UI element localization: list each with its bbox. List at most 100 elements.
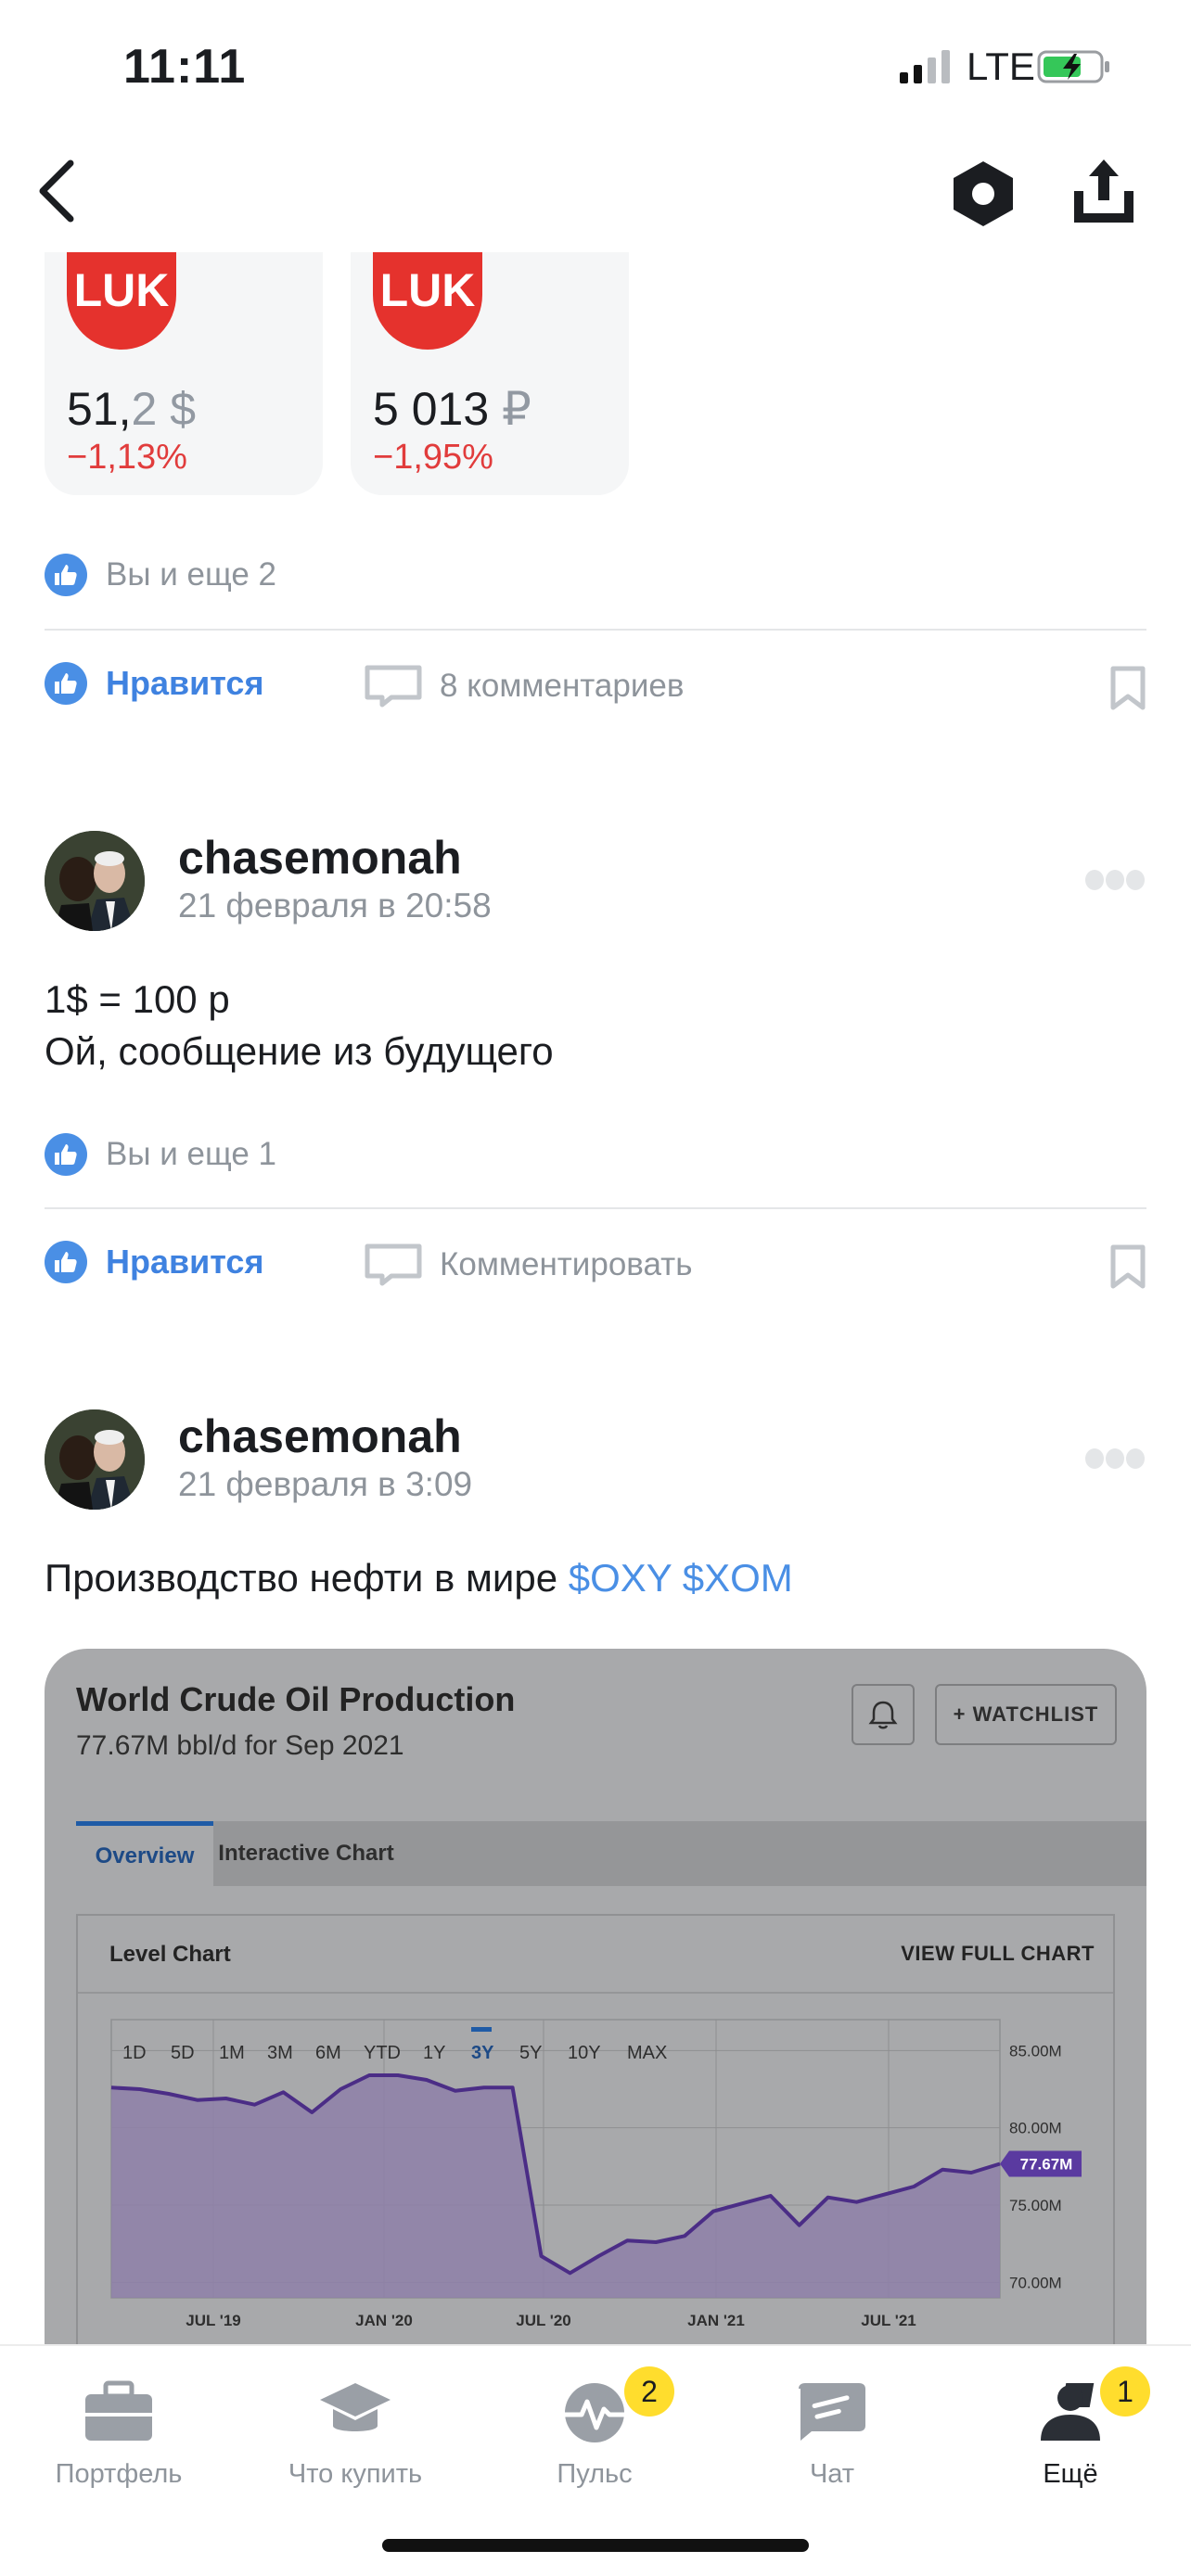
comment-icon — [365, 665, 422, 708]
tab-pulse[interactable]: 2 Пульс — [502, 2366, 687, 2496]
notification-badge: 2 — [624, 2366, 674, 2417]
chart-panel: Level Chart VIEW FULL CHART 85.00M 80.00M… — [76, 1914, 1115, 2352]
ticker-tags[interactable]: $OXY $XOM — [569, 1556, 793, 1600]
range-button: YTD — [364, 2043, 401, 2063]
alert-button — [852, 1684, 915, 1745]
ticker-change: −1,95% — [373, 438, 493, 477]
pulse-icon — [565, 2383, 624, 2442]
bookmark-icon[interactable] — [1109, 1244, 1146, 1289]
embed-title: World Crude Oil Production — [76, 1680, 516, 1718]
battery-charging-icon — [1037, 50, 1109, 83]
post-actions: Нравится 8 комментариев — [45, 658, 1146, 714]
oil-production-chart: 85.00M 80.00M 75.00M 70.00M JUL '19 JAN '20 JU… — [110, 2019, 1082, 2329]
tab-overview: Overview — [76, 1821, 213, 1886]
avatar[interactable] — [45, 1409, 145, 1510]
range-button: 10Y — [568, 2043, 601, 2063]
view-full-chart-link: VIEW FULL CHART — [901, 1942, 1095, 1965]
post-date: 21 февраля в 3:09 — [178, 1465, 473, 1503]
tab-more[interactable]: 1 Ещё — [978, 2366, 1163, 2496]
x-tick-label: JAN '20 — [355, 2312, 413, 2329]
comments-label: 8 комментариев — [440, 668, 685, 704]
range-button: 1Y — [423, 2043, 445, 2063]
likes-summary[interactable]: Вы и еще 2 — [45, 552, 276, 598]
settings-hexagon-icon[interactable] — [946, 158, 1020, 228]
comment-icon — [365, 1243, 422, 1286]
post-text-line: 1$ = 100 р — [45, 977, 230, 1021]
x-tick-label: JUL '19 — [186, 2312, 240, 2329]
range-button: 3M — [267, 2043, 293, 2063]
range-button: 1M — [219, 2043, 245, 2063]
status-time: 11:11 — [123, 40, 247, 94]
signal-strength-icon — [900, 50, 950, 83]
like-label: Нравится — [106, 1243, 264, 1281]
like-button[interactable]: Нравится — [45, 662, 263, 705]
likes-text: Вы и еще 2 — [106, 556, 277, 593]
tab-interactive-chart: Interactive Chart — [218, 1841, 394, 1866]
post-text-body: Производство нефти в мире — [45, 1556, 569, 1600]
divider — [45, 629, 1146, 631]
embedded-chart-image[interactable]: World Crude Oil Production 77.67M bbl/d … — [45, 1649, 1146, 2352]
divider — [45, 1207, 1146, 1209]
bookmark-icon[interactable] — [1109, 666, 1146, 710]
username[interactable]: chasemonah — [178, 1409, 462, 1463]
post-header: chasemonah 21 февраля в 3:09 — [45, 1409, 1146, 1511]
tab-portfolio[interactable]: Портфель — [26, 2366, 211, 2496]
profile-icon — [1041, 2383, 1100, 2441]
range-button: 5D — [171, 2043, 195, 2063]
watchlist-button: + WATCHLIST — [935, 1684, 1117, 1745]
avatar[interactable] — [45, 831, 145, 931]
graduation-cap-icon — [320, 2383, 391, 2431]
embed-subtitle: 77.67M bbl/d for Sep 2021 — [76, 1730, 404, 1761]
post-header: chasemonah 21 февраля в 20:58 — [45, 831, 1146, 933]
y-tick-label: 85.00M — [1009, 2042, 1062, 2060]
likes-text: Вы и еще 1 — [106, 1136, 277, 1172]
range-button: 3Y — [471, 2043, 494, 2063]
embed-tabs: Overview Interactive Chart — [76, 1821, 1146, 1886]
like-icon — [45, 1133, 87, 1176]
range-button: 1D — [122, 2043, 147, 2063]
tab-label: Чат — [809, 2459, 855, 2489]
more-options-icon[interactable] — [1083, 868, 1146, 892]
lukoil-logo: LUK — [67, 252, 176, 350]
ticker-price: 51,2 $ — [67, 383, 197, 435]
network-type: LTE — [967, 45, 1035, 88]
ticker-price: 5 013 ₽ — [373, 383, 531, 435]
x-tick-label: JUL '20 — [516, 2312, 570, 2329]
range-button: 6M — [315, 2043, 341, 2063]
tab-label: Пульс — [557, 2459, 633, 2489]
comment-button[interactable]: Комментировать — [364, 1243, 692, 1287]
home-indicator[interactable] — [382, 2539, 809, 2552]
more-options-icon[interactable] — [1083, 1447, 1146, 1471]
status-bar: 11:11 LTE — [0, 0, 1191, 139]
comments-button[interactable]: 8 комментариев — [364, 664, 684, 708]
lukoil-logo: LUK — [373, 252, 482, 350]
username[interactable]: chasemonah — [178, 831, 462, 885]
like-button[interactable]: Нравится — [45, 1241, 263, 1283]
range-selected-indicator — [471, 2027, 492, 2032]
x-tick-label: JUL '21 — [861, 2312, 916, 2329]
tab-label: Что купить — [288, 2459, 423, 2489]
bell-icon — [868, 1701, 898, 1729]
briefcase-icon — [85, 2380, 152, 2441]
range-button: MAX — [627, 2043, 667, 2063]
back-chevron-icon[interactable] — [32, 156, 87, 226]
post-date: 21 февраля в 20:58 — [178, 886, 492, 925]
chart-panel-title: Level Chart — [109, 1942, 231, 1967]
tab-label: Портфель — [55, 2459, 183, 2489]
share-icon[interactable] — [1067, 154, 1141, 228]
chat-icon — [799, 2383, 865, 2441]
ticker-card[interactable]: LUK 5 013 ₽ −1,95% — [351, 252, 629, 495]
notification-badge: 1 — [1100, 2366, 1150, 2417]
like-icon — [45, 662, 87, 705]
svg-text:LUK: LUK — [380, 264, 476, 316]
like-label: Нравится — [106, 664, 264, 702]
like-icon — [45, 1241, 87, 1283]
tab-what-to-buy[interactable]: Что купить — [263, 2366, 448, 2496]
likes-summary[interactable]: Вы и еще 1 — [45, 1131, 276, 1178]
tab-chat[interactable]: Чат — [739, 2366, 925, 2496]
ticker-card[interactable]: LUK 51,2 $ −1,13% — [45, 252, 323, 495]
x-tick-label: JAN '21 — [687, 2312, 745, 2329]
post-text: 1$ = 100 р Ой, сообщение из будущего — [45, 974, 554, 1078]
tab-label: Ещё — [1043, 2459, 1098, 2489]
y-tick-label: 80.00M — [1009, 2120, 1062, 2137]
